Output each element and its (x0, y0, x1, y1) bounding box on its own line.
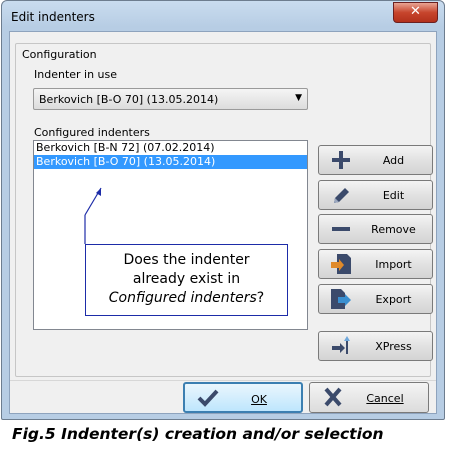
configuration-group: Configuration Indenter in use Berkovich … (15, 43, 433, 377)
callout-arrow-icon (84, 187, 102, 244)
cancel-button[interactable]: Cancel (309, 382, 429, 413)
close-icon: ✕ (410, 4, 421, 19)
ok-button[interactable]: OK (183, 382, 303, 413)
ok-label: OK (251, 393, 267, 406)
cancel-label: Cancel (366, 392, 404, 405)
window-title: Edit indenters (11, 10, 95, 24)
footer-divider (10, 380, 436, 381)
title-bar: Edit indenters ✕ (2, 1, 444, 31)
figure-caption: Fig.5 Indenter(s) creation and/or select… (12, 425, 384, 443)
close-button[interactable]: ✕ (393, 2, 438, 23)
dialog-client-area: Configuration Indenter in use Berkovich … (9, 31, 437, 414)
dialog-window: Edit indenters ✕ Configuration Indenter … (1, 0, 445, 420)
checkmark-icon (197, 389, 219, 407)
cancel-x-icon (324, 387, 342, 407)
